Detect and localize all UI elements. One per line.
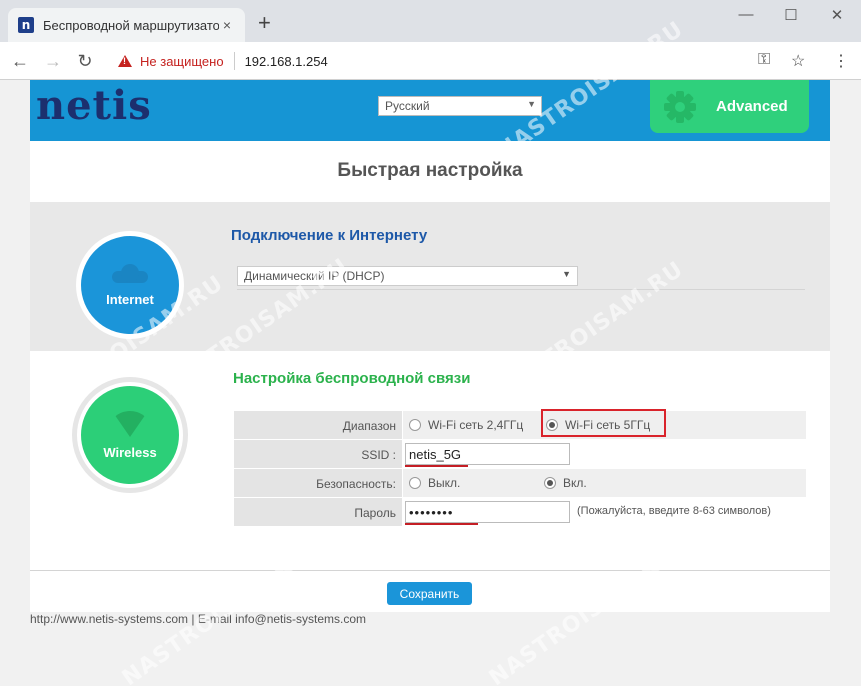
ssid-field: netis_5G xyxy=(403,440,806,468)
tab-title: Беспроводной маршрутизатор xyxy=(43,17,219,33)
security-status[interactable]: Не защищено xyxy=(140,54,224,69)
ssid-row: SSID : netis_5G xyxy=(234,439,806,468)
band-label: Диапазон xyxy=(234,411,402,439)
page-header: netis Русский ▼ Advanced xyxy=(30,80,830,141)
netis-favicon-icon: n xyxy=(18,17,34,33)
wireless-badge-label: Wireless xyxy=(103,444,157,460)
address-separator xyxy=(233,52,235,70)
address-bar[interactable]: Не защищено 192.168.1.254 xyxy=(104,47,820,75)
menu-icon[interactable]: ⋮ xyxy=(833,51,849,71)
browser-tabbar: n Беспроводной маршрутизатор × + — ☐ ✕ xyxy=(0,0,861,42)
password-row: Пароль •••••••• (Пожалуйста, введите 8-6… xyxy=(234,497,806,526)
password-label: Пароль xyxy=(234,498,402,526)
band-field: Wi-Fi сеть 2,4ГГц Wi-Fi сеть 5ГГц xyxy=(403,409,806,439)
password-hint: (Пожалуйста, введите 8-63 символов) xyxy=(577,505,771,517)
back-button[interactable]: ← xyxy=(9,50,31,72)
warning-icon xyxy=(118,55,132,67)
band-24-radio[interactable] xyxy=(409,419,421,431)
wifi-icon xyxy=(112,410,148,437)
ssid-input[interactable]: netis_5G xyxy=(405,443,570,465)
tab-close-icon[interactable]: × xyxy=(219,17,235,33)
red-underline xyxy=(405,465,468,467)
advanced-label: Advanced xyxy=(716,98,788,115)
red-underline xyxy=(405,523,478,525)
key-icon[interactable]: ⚿ xyxy=(758,51,770,69)
highlight-box xyxy=(541,409,666,437)
gear-icon xyxy=(664,90,696,123)
band-row: Диапазон Wi-Fi сеть 2,4ГГц Wi-Fi сеть 5Г… xyxy=(234,409,806,439)
password-field: •••••••• (Пожалуйста, введите 8-63 симво… xyxy=(403,498,806,526)
security-off-label[interactable]: Выкл. xyxy=(428,476,460,490)
page-title: Быстрая настройка xyxy=(337,160,523,181)
wireless-form: Диапазон Wi-Fi сеть 2,4ГГц Wi-Fi сеть 5Г… xyxy=(234,409,806,526)
forward-button[interactable]: → xyxy=(42,50,64,72)
reload-button[interactable]: ↻ xyxy=(74,50,96,72)
star-icon[interactable]: ☆ xyxy=(791,51,805,71)
close-window-button[interactable]: ✕ xyxy=(822,6,852,24)
cloud-icon xyxy=(112,263,148,283)
password-input[interactable]: •••••••• xyxy=(405,501,570,523)
chevron-down-icon: ▼ xyxy=(527,99,536,109)
netis-logo: netis xyxy=(36,82,152,129)
security-on-label[interactable]: Вкл. xyxy=(563,476,587,490)
ssid-label: SSID : xyxy=(234,440,402,468)
browser-tab[interactable]: n Беспроводной маршрутизатор × xyxy=(8,8,245,42)
band-24-label[interactable]: Wi-Fi сеть 2,4ГГц xyxy=(428,418,523,432)
security-on-radio[interactable] xyxy=(544,477,556,489)
wireless-heading: Настройка беспроводной связи xyxy=(233,370,471,387)
internet-badge-label: Internet xyxy=(106,291,154,307)
divider xyxy=(30,570,830,571)
browser-toolbar: ← → ↻ Не защищено 192.168.1.254 ⚿ ☆ ⋮ xyxy=(0,42,861,80)
internet-heading: Подключение к Интернету xyxy=(231,227,428,244)
advanced-button[interactable]: Advanced xyxy=(650,80,809,133)
security-off-radio[interactable] xyxy=(409,477,421,489)
maximize-button[interactable]: ☐ xyxy=(776,6,806,24)
save-button[interactable]: Сохранить xyxy=(387,582,472,605)
security-label: Безопасность: xyxy=(234,469,402,497)
minimize-button[interactable]: — xyxy=(731,6,761,23)
language-value: Русский xyxy=(385,99,430,113)
connection-type-select[interactable]: Динамический IP (DHCP) ▼ xyxy=(237,266,578,286)
security-field: Выкл. Вкл. xyxy=(403,469,806,497)
security-row: Безопасность: Выкл. Вкл. xyxy=(234,468,806,497)
url-text[interactable]: 192.168.1.254 xyxy=(245,54,328,69)
language-select[interactable]: Русский ▼ xyxy=(378,96,542,116)
chevron-down-icon: ▼ xyxy=(562,269,571,279)
new-tab-button[interactable]: + xyxy=(258,12,271,34)
